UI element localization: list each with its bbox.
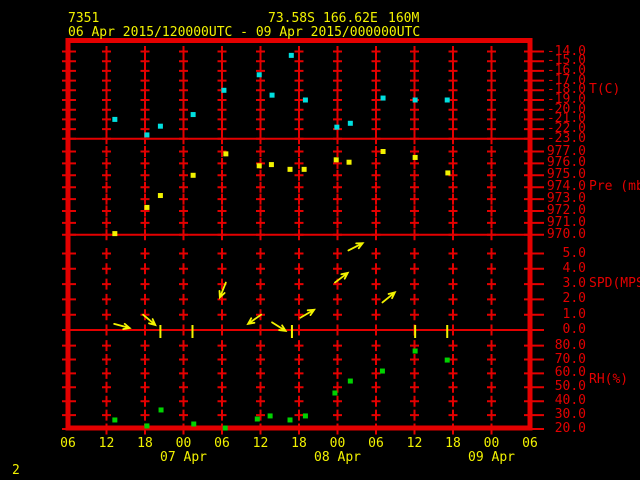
temperature-data-point <box>303 98 308 103</box>
x-axis-date-label: 07 Apr <box>156 451 212 464</box>
pressure-data-point <box>158 193 163 198</box>
grid-tick-marks <box>102 46 496 435</box>
x-axis-tick-label: 06 <box>360 437 392 450</box>
x-axis-tick-label: 18 <box>437 437 469 450</box>
temperature-data-point <box>348 121 353 126</box>
y-axis-tick-label: 0.0 <box>540 323 586 336</box>
y-axis-tick-label: 4.0 <box>540 262 586 275</box>
pressure-data-point <box>191 173 196 178</box>
pressure-data-point <box>112 231 117 236</box>
temperature-data-point <box>381 96 386 101</box>
y-axis-tick-label: 3.0 <box>540 277 586 290</box>
x-axis-tick-label: 06 <box>206 437 238 450</box>
station-time-series-plot: 7351 73.58S 166.62E 160M 06 Apr 2015/120… <box>0 0 640 480</box>
x-axis-tick-label: 00 <box>476 437 508 450</box>
rh-data-point <box>380 369 385 374</box>
y-axis-tick-label: 5.0 <box>540 247 586 260</box>
x-axis-date-label: 09 Apr <box>464 451 520 464</box>
header-longitude: 166.62E <box>323 12 378 25</box>
x-axis-tick-label: 18 <box>129 437 161 450</box>
y-axis-tick-label: 20.0 <box>540 422 586 435</box>
wind-direction-arrow <box>348 243 362 250</box>
temperature-data-point <box>158 124 163 129</box>
temperature-data-point <box>112 117 117 122</box>
pressure-data-point <box>223 151 228 156</box>
temperature-data-point <box>221 88 226 93</box>
wind-direction-arrow <box>335 273 348 283</box>
y-axis-tick-label: 70.0 <box>540 353 586 366</box>
temperature-data-point <box>270 93 275 98</box>
y-axis-unit-label: RH(%) <box>589 373 628 386</box>
rh-data-point <box>288 417 293 422</box>
x-axis-tick-label: 00 <box>322 437 354 450</box>
x-axis-tick-label: 12 <box>399 437 431 450</box>
header-time-range: 06 Apr 2015/120000UTC - 09 Apr 2015/0000… <box>68 26 420 39</box>
y-axis-tick-label: 970.0 <box>540 228 586 241</box>
y-axis-tick-label: -23.0 <box>540 132 586 145</box>
rh-data-point <box>191 421 196 426</box>
header-station-id: 7351 <box>68 12 99 25</box>
y-axis-tick-label: 50.0 <box>540 380 586 393</box>
x-axis-tick-label: 06 <box>52 437 84 450</box>
y-axis-unit-label: T(C) <box>589 83 620 96</box>
y-axis-unit-label: SPD(MPS) <box>589 277 640 290</box>
temperature-data-point <box>445 98 450 103</box>
temperature-data-point <box>144 132 149 137</box>
pressure-data-point <box>302 167 307 172</box>
rh-data-point <box>348 379 353 384</box>
pressure-data-point <box>381 149 386 154</box>
temperature-data-point <box>413 98 418 103</box>
x-axis-tick-label: 12 <box>245 437 277 450</box>
rh-data-point <box>223 426 228 431</box>
border-tick-marks <box>62 52 544 430</box>
pressure-data-point <box>413 155 418 160</box>
y-axis-unit-label: Pre (mb) <box>589 180 640 193</box>
y-axis-tick-label: 40.0 <box>540 394 586 407</box>
y-axis-tick-label: 80.0 <box>540 339 586 352</box>
rh-data-point <box>332 390 337 395</box>
x-axis-tick-label: 06 <box>514 437 546 450</box>
wind-direction-arrow <box>114 324 129 329</box>
wind-direction-arrow <box>382 292 394 302</box>
temperature-data-point <box>191 112 196 117</box>
rh-data-point <box>255 416 260 421</box>
rh-data-point <box>445 358 450 363</box>
pressure-data-point <box>288 167 293 172</box>
header-elevation: 160M <box>388 12 419 25</box>
temperature-data-point <box>257 72 262 77</box>
y-axis-tick-label: 60.0 <box>540 366 586 379</box>
x-axis-tick-label: 18 <box>283 437 315 450</box>
rh-data-point <box>112 417 117 422</box>
x-axis-tick-label: 00 <box>168 437 200 450</box>
y-axis-tick-label: 2.0 <box>540 292 586 305</box>
temperature-data-point <box>334 125 339 130</box>
rh-data-point <box>268 413 273 418</box>
pressure-data-point <box>445 170 450 175</box>
y-axis-tick-label: 30.0 <box>540 408 586 421</box>
page-number: 2 <box>12 464 20 477</box>
pressure-data-point <box>334 157 339 162</box>
rh-data-point <box>413 349 418 354</box>
pressure-data-point <box>144 205 149 210</box>
pressure-data-point <box>269 162 274 167</box>
temperature-data-point <box>289 53 294 58</box>
pressure-data-point <box>257 163 262 168</box>
wind-direction-arrow <box>248 315 261 324</box>
header-latitude: 73.58S <box>268 12 315 25</box>
rh-data-point <box>303 413 308 418</box>
rh-data-point <box>144 423 149 428</box>
x-axis-date-label: 08 Apr <box>310 451 366 464</box>
pressure-data-point <box>347 160 352 165</box>
y-axis-tick-label: 1.0 <box>540 308 586 321</box>
x-axis-tick-label: 12 <box>91 437 123 450</box>
rh-data-point <box>159 407 164 412</box>
